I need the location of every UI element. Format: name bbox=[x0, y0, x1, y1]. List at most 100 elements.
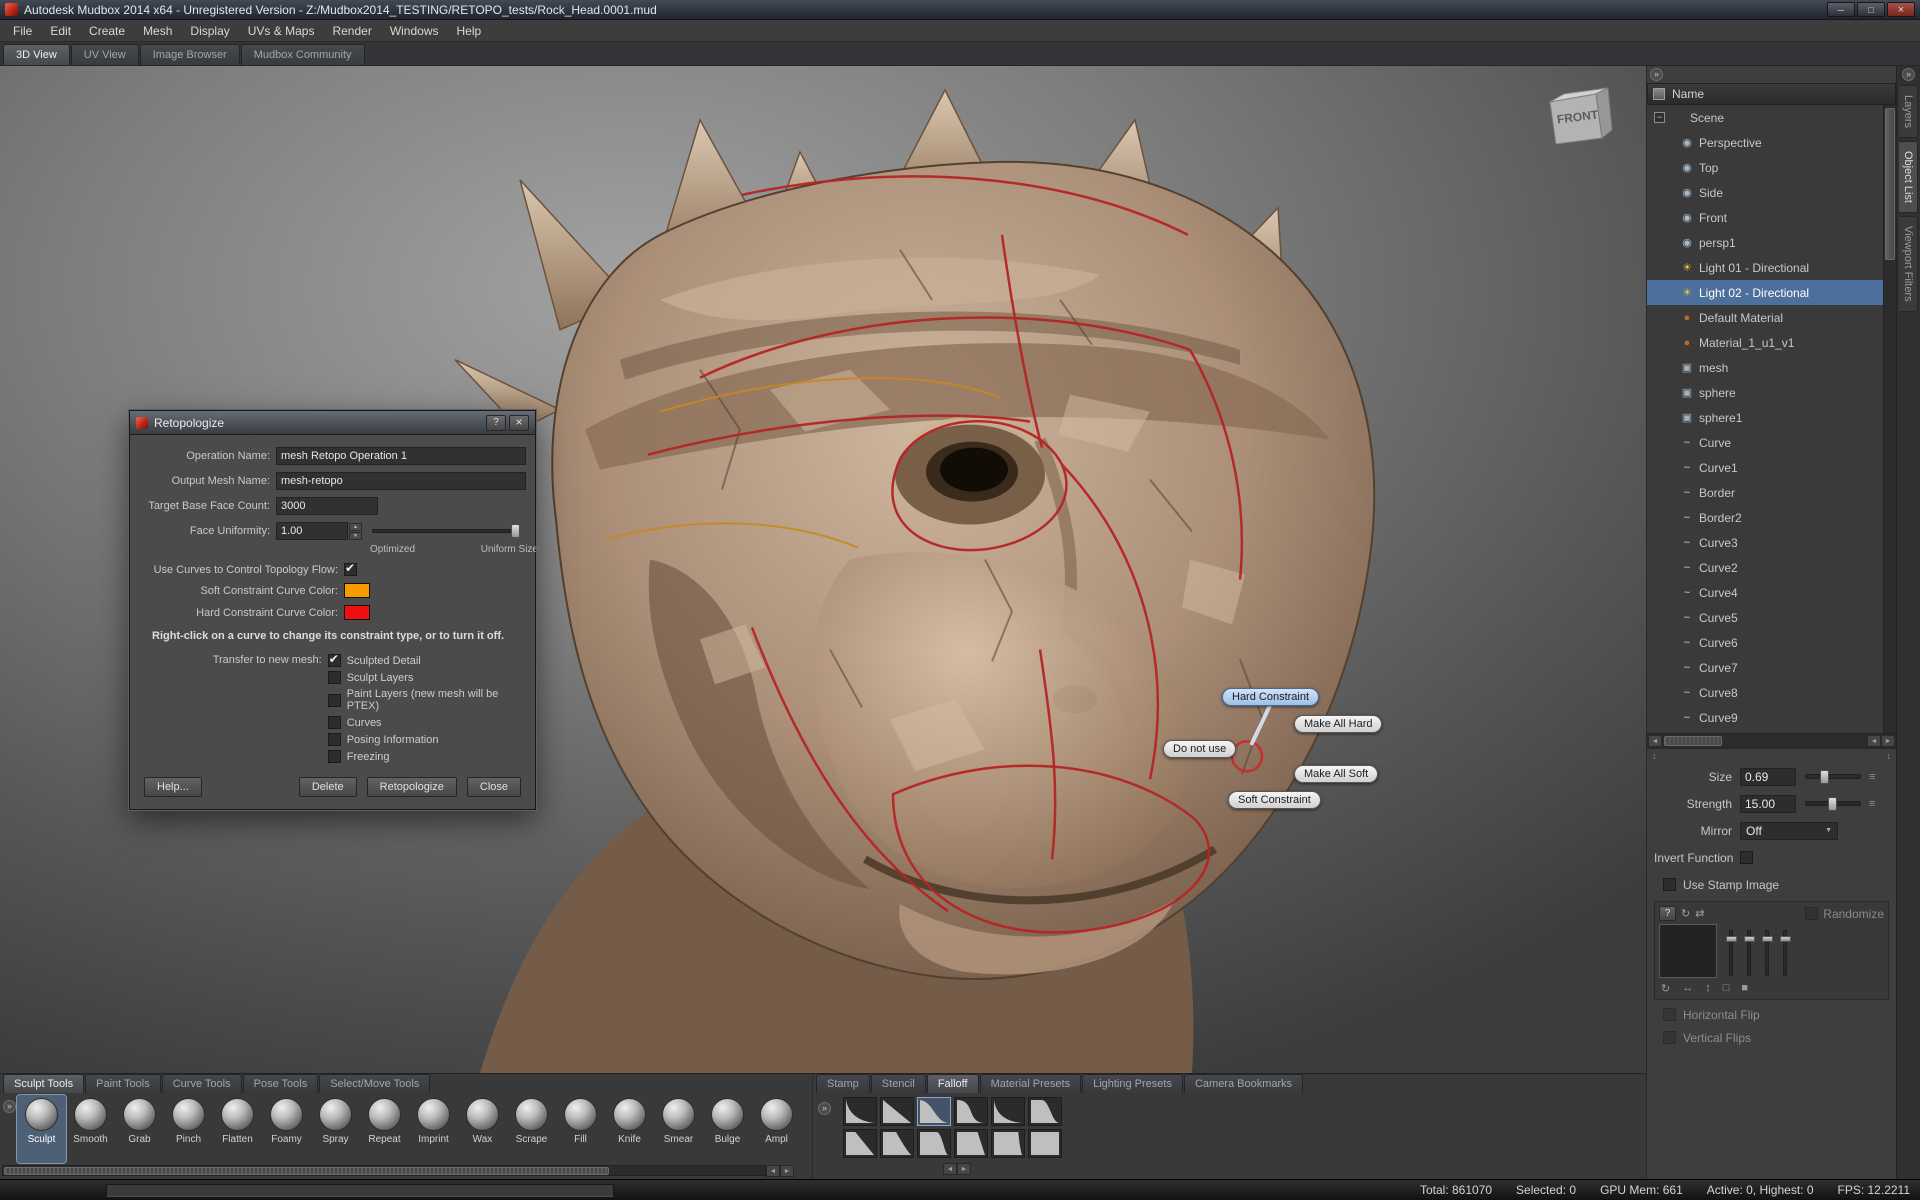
object-list-item[interactable]: Top bbox=[1647, 155, 1883, 180]
stamp-rotate2-icon[interactable] bbox=[1661, 982, 1670, 995]
minimize-button[interactable] bbox=[1827, 2, 1855, 17]
tool-item[interactable]: Ampl bbox=[752, 1095, 801, 1163]
context-menu-item[interactable]: Make All Soft bbox=[1294, 765, 1378, 783]
operation-name-input[interactable] bbox=[276, 447, 526, 465]
falloff-scroll-right-icon[interactable] bbox=[957, 1163, 971, 1175]
stamp-slider-4[interactable] bbox=[1783, 930, 1787, 976]
transfer-option-checkbox[interactable] bbox=[328, 733, 341, 746]
preset-tab[interactable]: Lighting Presets bbox=[1082, 1074, 1183, 1093]
object-list-item[interactable]: Curve7 bbox=[1647, 655, 1883, 680]
object-list-item[interactable]: Border2 bbox=[1647, 505, 1883, 530]
preset-tab[interactable]: Falloff bbox=[927, 1074, 979, 1093]
vertical-flip-checkbox[interactable] bbox=[1663, 1031, 1676, 1044]
close-button[interactable] bbox=[1887, 2, 1915, 17]
object-list-vscrollbar[interactable] bbox=[1883, 105, 1896, 733]
tool-tab[interactable]: Pose Tools bbox=[243, 1074, 319, 1093]
hard-constraint-color-swatch[interactable] bbox=[344, 605, 370, 620]
stamp-slider-3[interactable] bbox=[1765, 930, 1769, 976]
size-slider-knob[interactable] bbox=[1820, 770, 1829, 784]
view-cube[interactable]: FRONT bbox=[1538, 80, 1624, 154]
menu-item[interactable]: Display bbox=[181, 21, 238, 41]
randomize-checkbox[interactable] bbox=[1805, 907, 1818, 920]
vscroll-thumb[interactable] bbox=[1885, 108, 1895, 260]
object-list-hscrollbar[interactable] bbox=[1647, 733, 1896, 747]
scroll-left-icon[interactable] bbox=[766, 1165, 780, 1177]
spinner-down-icon[interactable] bbox=[349, 532, 362, 540]
hscroll-left2-icon[interactable] bbox=[1867, 735, 1881, 747]
object-list-item[interactable]: Default Material bbox=[1647, 305, 1883, 330]
falloff-preset[interactable] bbox=[954, 1097, 988, 1126]
preset-tab[interactable]: Stencil bbox=[871, 1074, 926, 1093]
transfer-option-checkbox[interactable] bbox=[328, 654, 341, 667]
tool-item[interactable]: Repeat bbox=[360, 1095, 409, 1163]
falloff-scroll-left-icon[interactable] bbox=[943, 1163, 957, 1175]
size-slider[interactable] bbox=[1805, 774, 1861, 779]
panel-splitter[interactable] bbox=[1647, 751, 1896, 763]
transfer-option[interactable]: Sculpt Layers bbox=[328, 671, 527, 684]
panel-collapse-icon[interactable] bbox=[1650, 68, 1663, 81]
stamp-swap-icon[interactable] bbox=[1695, 907, 1704, 920]
tool-item[interactable]: Scrape bbox=[507, 1095, 556, 1163]
falloff-preset[interactable] bbox=[1028, 1097, 1062, 1126]
size-options-icon[interactable] bbox=[1869, 771, 1875, 783]
title-bar[interactable]: Autodesk Mudbox 2014 x64 - Unregistered … bbox=[0, 0, 1920, 20]
tool-item[interactable]: Smooth bbox=[66, 1095, 115, 1163]
stamp-slider-2[interactable] bbox=[1747, 930, 1751, 976]
falloff-preset[interactable] bbox=[917, 1097, 951, 1126]
maximize-button[interactable] bbox=[1857, 2, 1885, 17]
transfer-option[interactable]: Sculpted Detail bbox=[328, 654, 527, 667]
viewport-3d[interactable]: FRONT Hard Constraint Make All Hard Do n… bbox=[0, 66, 1646, 1073]
object-list-item[interactable]: persp1 bbox=[1647, 230, 1883, 255]
horizontal-flip-checkbox[interactable] bbox=[1663, 1008, 1676, 1021]
preset-tab[interactable]: Stamp bbox=[816, 1074, 870, 1093]
falloff-preset[interactable] bbox=[843, 1129, 877, 1158]
preset-collapse-icon[interactable] bbox=[818, 1102, 831, 1115]
panel-side-tab[interactable]: Object List bbox=[1899, 141, 1918, 213]
face-uniformity-input[interactable] bbox=[276, 522, 348, 540]
close-dialog-button[interactable]: Close bbox=[467, 777, 521, 797]
object-list-item[interactable]: Light 01 - Directional bbox=[1647, 255, 1883, 280]
menu-item[interactable]: Edit bbox=[41, 21, 80, 41]
menu-item[interactable]: Mesh bbox=[134, 21, 181, 41]
falloff-preset[interactable] bbox=[880, 1129, 914, 1158]
slider-knob[interactable] bbox=[511, 524, 520, 538]
object-list-item[interactable]: Perspective bbox=[1647, 130, 1883, 155]
stamp-hmove-icon[interactable] bbox=[1682, 982, 1693, 995]
object-list-item[interactable]: Front bbox=[1647, 205, 1883, 230]
strip-collapse-icon[interactable] bbox=[1902, 68, 1915, 81]
object-list-item[interactable]: Curve9 bbox=[1647, 705, 1883, 730]
soft-constraint-color-swatch[interactable] bbox=[344, 583, 370, 598]
delete-button[interactable]: Delete bbox=[299, 777, 357, 797]
transfer-option[interactable]: Curves bbox=[328, 716, 527, 729]
target-face-count-input[interactable] bbox=[276, 497, 378, 515]
falloff-preset[interactable] bbox=[880, 1097, 914, 1126]
strength-slider-knob[interactable] bbox=[1828, 797, 1837, 811]
use-curves-checkbox[interactable] bbox=[344, 563, 357, 576]
hscroll-right-icon[interactable] bbox=[1881, 735, 1895, 747]
tool-scroll-track[interactable] bbox=[2, 1165, 766, 1176]
stamp-rotate-icon[interactable] bbox=[1681, 907, 1690, 920]
strength-options-icon[interactable] bbox=[1869, 798, 1875, 810]
object-list-item[interactable]: Curve5 bbox=[1647, 605, 1883, 630]
object-list-item[interactable]: Material_1_u1_v1 bbox=[1647, 330, 1883, 355]
object-list-item[interactable]: Curve4 bbox=[1647, 580, 1883, 605]
tool-item[interactable]: Fill bbox=[556, 1095, 605, 1163]
menu-item[interactable]: Help bbox=[448, 21, 491, 41]
menu-item[interactable]: Windows bbox=[381, 21, 448, 41]
tool-item[interactable]: Knife bbox=[605, 1095, 654, 1163]
preset-tab[interactable]: Material Presets bbox=[980, 1074, 1081, 1093]
transfer-option-checkbox[interactable] bbox=[328, 750, 341, 763]
tool-item[interactable]: Wax bbox=[458, 1095, 507, 1163]
object-list-item[interactable]: sphere1 bbox=[1647, 405, 1883, 430]
transfer-option-checkbox[interactable] bbox=[328, 716, 341, 729]
tool-item[interactable]: Pinch bbox=[164, 1095, 213, 1163]
object-list-item[interactable]: sphere bbox=[1647, 380, 1883, 405]
object-list-item[interactable]: Curve bbox=[1647, 430, 1883, 455]
tool-item[interactable]: Flatten bbox=[213, 1095, 262, 1163]
retopologize-button[interactable]: Retopologize bbox=[367, 777, 457, 797]
menu-item[interactable]: UVs & Maps bbox=[239, 21, 324, 41]
stamp-fill-icon[interactable] bbox=[1741, 982, 1748, 995]
splitter-left-icon[interactable] bbox=[1652, 751, 1657, 763]
tool-item[interactable]: Sculpt bbox=[17, 1095, 66, 1163]
dialog-title-bar[interactable]: Retopologize bbox=[130, 411, 535, 435]
